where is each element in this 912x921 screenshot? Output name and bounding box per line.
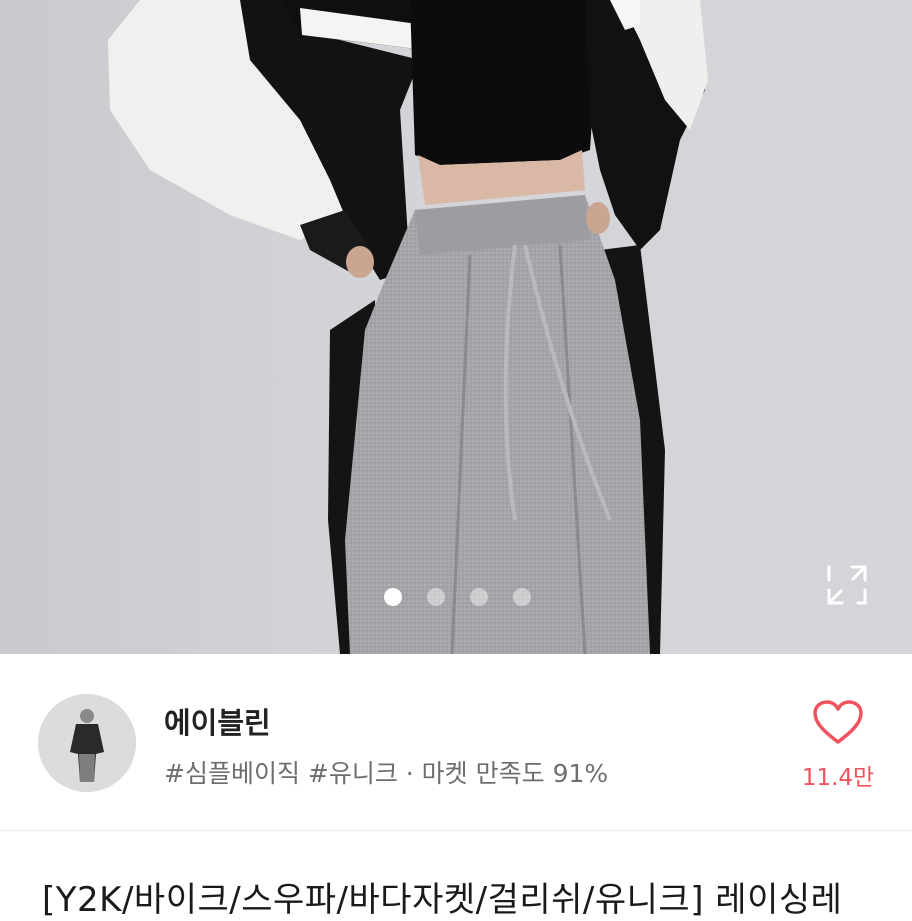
carousel-dot[interactable] xyxy=(513,588,531,606)
like-count: 11.4만 xyxy=(801,765,875,791)
heart-outline-icon xyxy=(813,700,863,744)
like-button[interactable] xyxy=(812,700,864,746)
carousel-indicators xyxy=(384,588,531,606)
divider xyxy=(0,830,912,831)
carousel-dot-active[interactable] xyxy=(384,588,402,606)
carousel-dot[interactable] xyxy=(427,588,445,606)
expand-icon[interactable] xyxy=(826,564,868,606)
carousel-dot[interactable] xyxy=(470,588,488,606)
product-image-carousel[interactable] xyxy=(0,0,912,654)
seller-avatar[interactable] xyxy=(38,694,136,792)
seller-info[interactable]: 에이블린 #심플베이직 #유니크 · 마켓 만족도 91% 11.4만 xyxy=(0,654,912,830)
product-photo xyxy=(108,0,912,654)
seller-name[interactable]: 에이블린 xyxy=(164,700,271,742)
product-title: [Y2K/바이크/스우파/바다자켓/걸리쉬/유니크] 레이싱레 xyxy=(42,880,843,920)
seller-tags: #심플베이직 #유니크 · 마켓 만족도 91% xyxy=(164,759,609,788)
